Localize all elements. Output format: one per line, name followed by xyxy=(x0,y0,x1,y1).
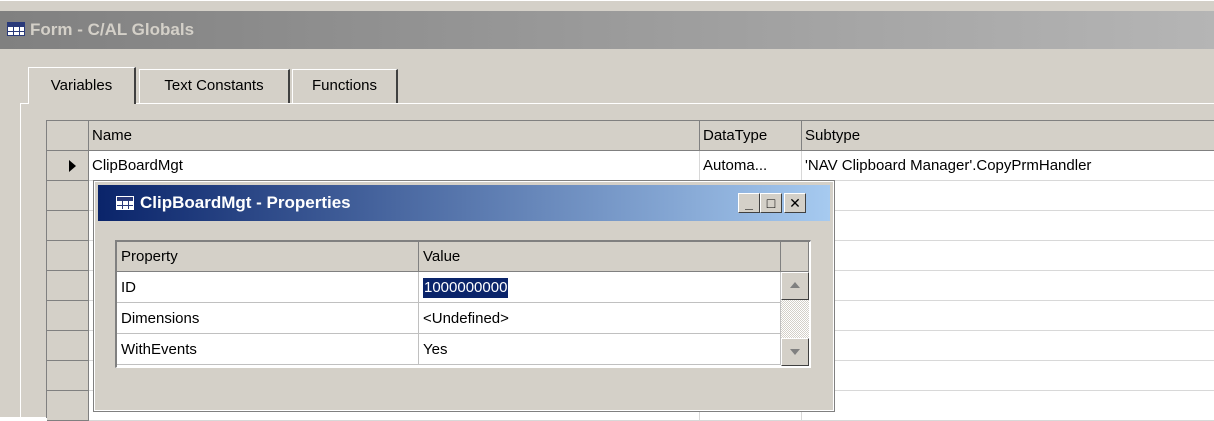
empty-cell[interactable] xyxy=(802,241,1214,271)
property-name-cell[interactable]: Dimensions xyxy=(117,303,419,334)
row-selector[interactable] xyxy=(47,271,89,301)
row-selector[interactable] xyxy=(47,301,89,331)
empty-cell[interactable] xyxy=(802,331,1214,361)
properties-title-bar[interactable]: ClipBoardMgt - Properties _ □ ✕ xyxy=(98,185,830,221)
arrow-up-icon xyxy=(790,282,800,288)
properties-window-title: ClipBoardMgt - Properties xyxy=(140,193,351,212)
empty-cell[interactable] xyxy=(802,181,1214,211)
scroll-up-button[interactable] xyxy=(781,272,809,300)
vertical-scrollbar[interactable] xyxy=(781,272,809,366)
row-selector[interactable] xyxy=(47,331,89,361)
column-header-subtype[interactable]: Subtype xyxy=(802,121,1214,151)
column-header-value[interactable]: Value xyxy=(419,242,781,272)
tab-functions[interactable]: Functions xyxy=(292,69,398,103)
selected-value-text[interactable]: 1000000000 xyxy=(423,278,509,298)
column-header-name[interactable]: Name xyxy=(89,121,700,151)
form-icon xyxy=(116,196,134,210)
variable-name-cell[interactable]: ClipBoardMgt xyxy=(89,151,700,181)
property-value-cell[interactable]: Yes xyxy=(419,334,781,365)
header-corner xyxy=(781,242,809,272)
column-header-property[interactable]: Property xyxy=(117,242,419,272)
maximize-button[interactable]: □ xyxy=(760,193,782,213)
close-button[interactable]: ✕ xyxy=(784,193,806,213)
column-header-datatype[interactable]: DataType xyxy=(700,121,802,151)
property-name-cell[interactable]: WithEvents xyxy=(117,334,419,365)
row-selector[interactable] xyxy=(47,241,89,271)
variable-subtype-cell[interactable]: 'NAV Clipboard Manager'.CopyPrmHandler xyxy=(802,151,1214,181)
property-value-cell[interactable]: <Undefined> xyxy=(419,303,781,334)
property-name-cell[interactable]: ID xyxy=(117,272,419,303)
empty-cell[interactable] xyxy=(802,301,1214,331)
row-selector[interactable] xyxy=(47,361,89,391)
current-row-arrow-icon xyxy=(69,160,76,172)
tab-variables[interactable]: Variables xyxy=(28,67,136,104)
form-icon xyxy=(7,22,25,36)
row-selector[interactable] xyxy=(47,151,89,181)
scroll-down-button[interactable] xyxy=(781,338,809,366)
main-title-bar[interactable]: Form - C/AL Globals xyxy=(0,11,1214,49)
empty-cell[interactable] xyxy=(802,211,1214,241)
variable-datatype-cell[interactable]: Automa... xyxy=(700,151,802,181)
row-selector-header xyxy=(47,121,89,151)
arrow-down-icon xyxy=(790,349,800,355)
tab-text-constants[interactable]: Text Constants xyxy=(139,69,290,103)
main-window-title: Form - C/AL Globals xyxy=(30,20,195,39)
row-selector[interactable] xyxy=(47,211,89,241)
properties-grid: Property Value ID 1000000000 Dimensions … xyxy=(115,240,811,368)
minimize-button[interactable]: _ xyxy=(738,193,760,213)
row-selector[interactable] xyxy=(47,181,89,211)
property-value-cell[interactable]: 1000000000 xyxy=(419,272,781,303)
empty-cell[interactable] xyxy=(802,361,1214,391)
empty-cell[interactable] xyxy=(802,271,1214,301)
properties-window: ClipBoardMgt - Properties _ □ ✕ Property… xyxy=(93,180,835,412)
